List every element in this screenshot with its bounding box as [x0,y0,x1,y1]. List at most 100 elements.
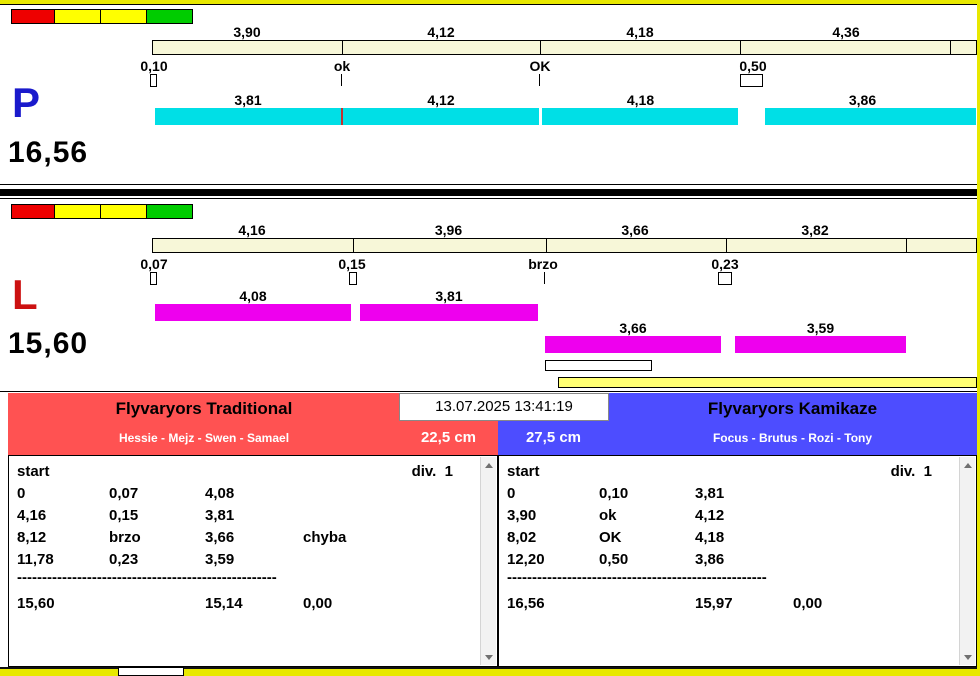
change-marker-label: 0,50 [739,58,767,74]
start-label: start [17,463,50,480]
result-list-left: start div. 1 0 0,07 4,08 4,16 0,15 3,81 … [8,455,498,667]
cell-start-time: 0 [507,485,516,502]
cell-start-time: 8,02 [507,529,537,546]
cell-start-time: 11,78 [17,551,54,568]
cell-run-time: 3,81 [205,507,235,524]
change-marker-label: brzo [528,256,558,272]
result-header-row: start div. 1 [9,462,497,482]
result-header-row: start div. 1 [499,462,976,482]
lane-divider [0,189,980,196]
run-time-label: 3,59 [806,320,835,336]
arrow-down-icon [484,654,493,660]
cell-change-time: ok [599,507,617,524]
cell-run-time: 3,59 [205,551,235,568]
split-time-label: 3,82 [801,222,829,238]
change-marker-box [740,74,763,87]
change-marker-box [150,74,157,87]
division-label: div. 1 [411,463,453,480]
change-marker-box [150,272,157,285]
timestamp-display: 13.07.2025 13:41:19 [399,393,609,421]
dog-names: Hessie - Mejz - Swen - Samael [118,431,290,445]
start-light-yellow1-icon [54,204,101,219]
result-row: 12,20 0,50 3,86 [499,550,976,570]
change-marker-label: ok [333,58,351,74]
change-marker-tick [341,74,342,86]
segment-divider [546,239,547,252]
division-label: div. 1 [890,463,932,480]
lane-panel-l: 4,16 3,96 3,66 3,82 0,07 0,15 brzo 0,23 … [0,198,980,392]
separator-row: ----------------------------------------… [499,568,976,588]
arrow-up-icon [484,462,493,468]
cell-start-time: 8,12 [17,529,47,546]
result-row: 3,90 ok 4,12 [499,506,976,526]
start-light-green-icon [146,204,193,219]
result-row: 8,12 brzo 3,66 chyba [9,528,497,548]
run-bar-segment [343,108,539,125]
change-marker-label: 0,10 [140,58,168,74]
cell-change-time: 0,10 [599,485,629,502]
cell-run-time: 4,08 [205,485,235,502]
cell-runs-sum: 15,97 [695,595,733,612]
scrollbar[interactable] [959,457,975,665]
run-bar-segment [155,304,351,321]
split-time-label: 3,90 [233,24,261,40]
run-bar-segment [155,108,341,125]
segment-divider [906,239,907,252]
current-run-box [545,360,652,371]
scroll-down-button[interactable] [481,649,496,665]
lane-total-time: 15,60 [8,327,89,360]
start-light-yellow2-icon [100,9,147,24]
run-time-label: 4,12 [427,92,455,108]
result-row: 0 0,10 3,81 [499,484,976,504]
cell-change-time: brzo [109,529,141,546]
start-light-red-icon [11,204,55,219]
change-marker-tick [539,74,540,86]
run-time-label: 4,08 [239,288,267,304]
segment-divider [726,239,727,252]
run-bar-segment [735,336,906,353]
cell-run-time: 3,66 [205,529,235,546]
cell-change-time: 0,50 [599,551,629,568]
cell-total-time: 15,60 [17,595,55,612]
scroll-up-button[interactable] [481,457,496,473]
separator-row: ----------------------------------------… [9,568,497,588]
result-row: 11,78 0,23 3,59 [9,550,497,570]
scroll-up-button[interactable] [960,457,975,473]
total-row: 16,56 15,97 0,00 [499,594,976,614]
cell-start-time: 0 [17,485,26,502]
dog-names: Focus - Brutus - Rozi - Tony [712,431,873,445]
running-progress-bar [558,377,977,388]
scrollbar[interactable] [480,457,496,665]
change-marker-tick [544,272,545,284]
segment-divider [342,41,343,54]
split-time-label: 4,36 [832,24,860,40]
run-bar-segment [360,304,538,321]
segment-divider [950,41,951,54]
separator-line: ----------------------------------------… [17,569,277,586]
cell-start-time: 3,90 [507,507,537,524]
segment-divider [740,41,741,54]
team-name: Flyvaryors Kamikaze [707,399,878,418]
team-name: Flyvaryors Traditional [115,399,293,418]
split-time-label: 4,18 [626,24,654,40]
start-label: start [507,463,540,480]
schedule-bar [152,40,977,55]
run-time-label: 3,66 [619,320,647,336]
total-row: 15,60 15,14 0,00 [9,594,497,614]
result-row: 0 0,07 4,08 [9,484,497,504]
schedule-bar [152,238,977,253]
start-light-red-icon [11,9,55,24]
lane-panel-p: 3,90 4,12 4,18 4,36 0,10 ok OK 0,50 P 3,… [0,4,980,185]
scroll-down-button[interactable] [960,649,975,665]
start-lights [11,9,193,24]
split-time-label: 4,12 [427,24,455,40]
run-bar-segment [545,336,721,353]
start-lights [11,204,193,219]
jump-height-badge: 27,5 cm [525,429,582,446]
run-time-label: 3,81 [435,288,463,304]
run-time-label: 3,81 [234,92,262,108]
start-light-yellow1-icon [54,9,101,24]
lane-total-time: 16,56 [8,136,89,169]
run-bar-segment [542,108,738,125]
cell-run-time: 3,86 [695,551,725,568]
